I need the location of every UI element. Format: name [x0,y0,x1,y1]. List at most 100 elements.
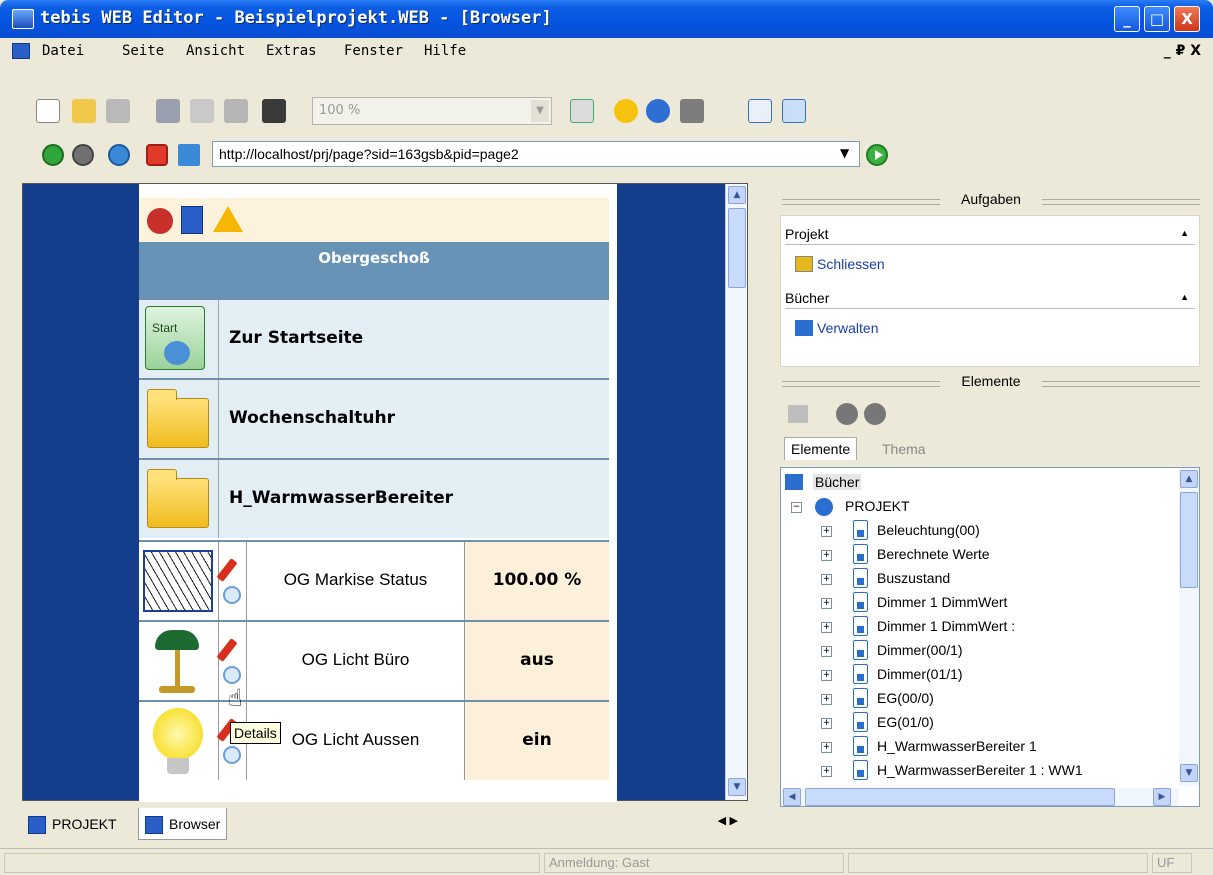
expand-icon[interactable]: + [821,766,832,777]
home-icon[interactable] [788,405,808,423]
maximize-button[interactable]: □ [1144,6,1170,32]
expand-icon[interactable]: + [821,670,832,681]
tab-thema[interactable]: Thema [882,441,926,457]
close-button[interactable]: X [1174,6,1200,32]
tree-item[interactable]: EG(00/0) [853,688,934,708]
expand-icon[interactable]: + [821,742,832,753]
link-schliessen[interactable]: Schliessen [817,256,885,272]
url-input[interactable]: http://localhost/prj/page?sid=163gsb&pid… [212,141,860,167]
zoom-select[interactable]: 100 % ▼ [312,97,552,125]
expand-icon[interactable]: + [821,550,832,561]
mdi-controls[interactable]: _ ₽ X [1164,43,1201,59]
collapse-icon[interactable]: ▲ [1180,292,1189,302]
details-icon[interactable] [223,586,241,604]
expand-icon[interactable]: + [821,526,832,537]
back-icon[interactable] [836,403,858,425]
collapse-icon[interactable]: − [791,502,802,513]
details-icon[interactable] [223,666,241,684]
scroll-thumb[interactable] [805,788,1115,806]
scroll-right-icon[interactable]: ▶ [1153,788,1171,806]
cut-icon[interactable] [156,99,180,123]
tree-item[interactable]: Dimmer(01/1) [853,664,963,684]
paste-icon[interactable] [224,99,248,123]
menu-datei[interactable]: Datei [42,43,84,59]
tree-item[interactable]: Dimmer 1 DimmWert [853,592,1007,612]
edit-icon[interactable] [216,638,238,662]
edit-icon[interactable] [216,558,238,582]
menu-hilfe[interactable]: Hilfe [424,43,466,59]
home-icon[interactable] [178,144,200,166]
document-icon [853,760,868,780]
group-buecher[interactable]: Bücher ▲ [785,290,1195,309]
details-icon[interactable] [223,746,241,764]
scroll-thumb[interactable] [728,208,746,288]
menu-fenster[interactable]: Fenster [344,43,403,59]
tree-item-label: Berechnete Werte [877,546,990,562]
refresh-icon[interactable] [108,144,130,166]
scroll-down-icon[interactable]: ▼ [728,778,746,796]
nav-row-startseite[interactable]: Start Zur Startseite [139,298,609,378]
menu-ansicht[interactable]: Ansicht [186,43,245,59]
tab-projekt[interactable]: PROJEKT [22,808,123,840]
settings-icon[interactable] [680,99,704,123]
undo-icon[interactable] [262,99,286,123]
expand-icon[interactable]: + [821,646,832,657]
link-verwalten[interactable]: Verwalten [817,320,878,336]
tree-item[interactable]: H_WarmwasserBereiter 1 : WW1 [853,760,1083,780]
tab-browser[interactable]: Browser [138,808,228,840]
chevron-down-icon[interactable]: ▼ [531,100,549,122]
page-scrollbar[interactable]: ▲ ▼ [725,184,747,800]
tree-item[interactable]: Dimmer 1 DimmWert : [853,616,1015,636]
scroll-down-icon[interactable]: ▼ [1180,764,1198,782]
copy-icon[interactable] [190,99,214,123]
menu-seite[interactable]: Seite [122,43,164,59]
expand-icon[interactable]: + [821,598,832,609]
stop-icon[interactable] [146,144,168,166]
scroll-up-icon[interactable]: ▲ [1180,470,1198,488]
scroll-left-icon[interactable]: ◀ [783,788,801,806]
scroll-thumb[interactable] [1180,492,1198,588]
nav-row-wochenschaltuhr[interactable]: Wochenschaltuhr [139,378,609,458]
list-view-icon[interactable] [748,99,772,123]
url-dropdown-icon[interactable]: ▼ [840,146,849,160]
menu-extras[interactable]: Extras [266,43,317,59]
new-icon[interactable] [36,99,60,123]
expand-icon[interactable]: + [821,574,832,585]
scroll-up-icon[interactable]: ▲ [728,186,746,204]
tree-item[interactable]: EG(01/0) [853,712,934,732]
back-icon[interactable] [42,144,64,166]
tree-hscrollbar[interactable]: ◀ ▶ [781,788,1179,806]
tree-item[interactable]: Berechnete Werte [853,544,990,564]
tree-node-projekt[interactable]: PROJEKT [845,498,910,514]
minimize-button[interactable]: _ [1114,6,1140,32]
open-icon[interactable] [72,99,96,123]
preview-icon[interactable] [570,99,594,123]
tree-item[interactable]: Buszustand [853,568,950,588]
tab-scroll-arrows[interactable]: ◀ ▶ [718,814,738,827]
row-tools [216,542,247,620]
document-icon[interactable] [12,43,30,59]
group-projekt[interactable]: Projekt ▲ [785,226,1195,245]
books-icon [795,320,813,336]
tree-scrollbar[interactable]: ▲ ▼ [1179,468,1199,786]
tree-item[interactable]: H_WarmwasserBereiter 1 [853,736,1037,756]
nav-row-warmwasser[interactable]: H_WarmwasserBereiter [139,458,609,538]
info-icon[interactable] [614,99,638,123]
tree-item[interactable]: Beleuchtung(00) [853,520,980,540]
document-icon [853,688,868,708]
forward-icon[interactable] [72,144,94,166]
graph-view-icon[interactable] [782,99,806,123]
tree-root-buecher[interactable]: Bücher [813,474,862,490]
save-icon[interactable] [106,99,130,123]
help-icon[interactable] [646,99,670,123]
awning-icon [139,542,219,620]
expand-icon[interactable]: + [821,622,832,633]
expand-icon[interactable]: + [821,718,832,729]
tab-elemente[interactable]: Elemente [784,437,858,460]
collapse-icon[interactable]: ▲ [1180,228,1189,238]
go-button[interactable] [866,144,888,166]
expand-icon[interactable]: + [821,694,832,705]
forward-icon[interactable] [864,403,886,425]
tree-item[interactable]: Dimmer(00/1) [853,640,963,660]
status-mode: UF [1152,853,1192,873]
